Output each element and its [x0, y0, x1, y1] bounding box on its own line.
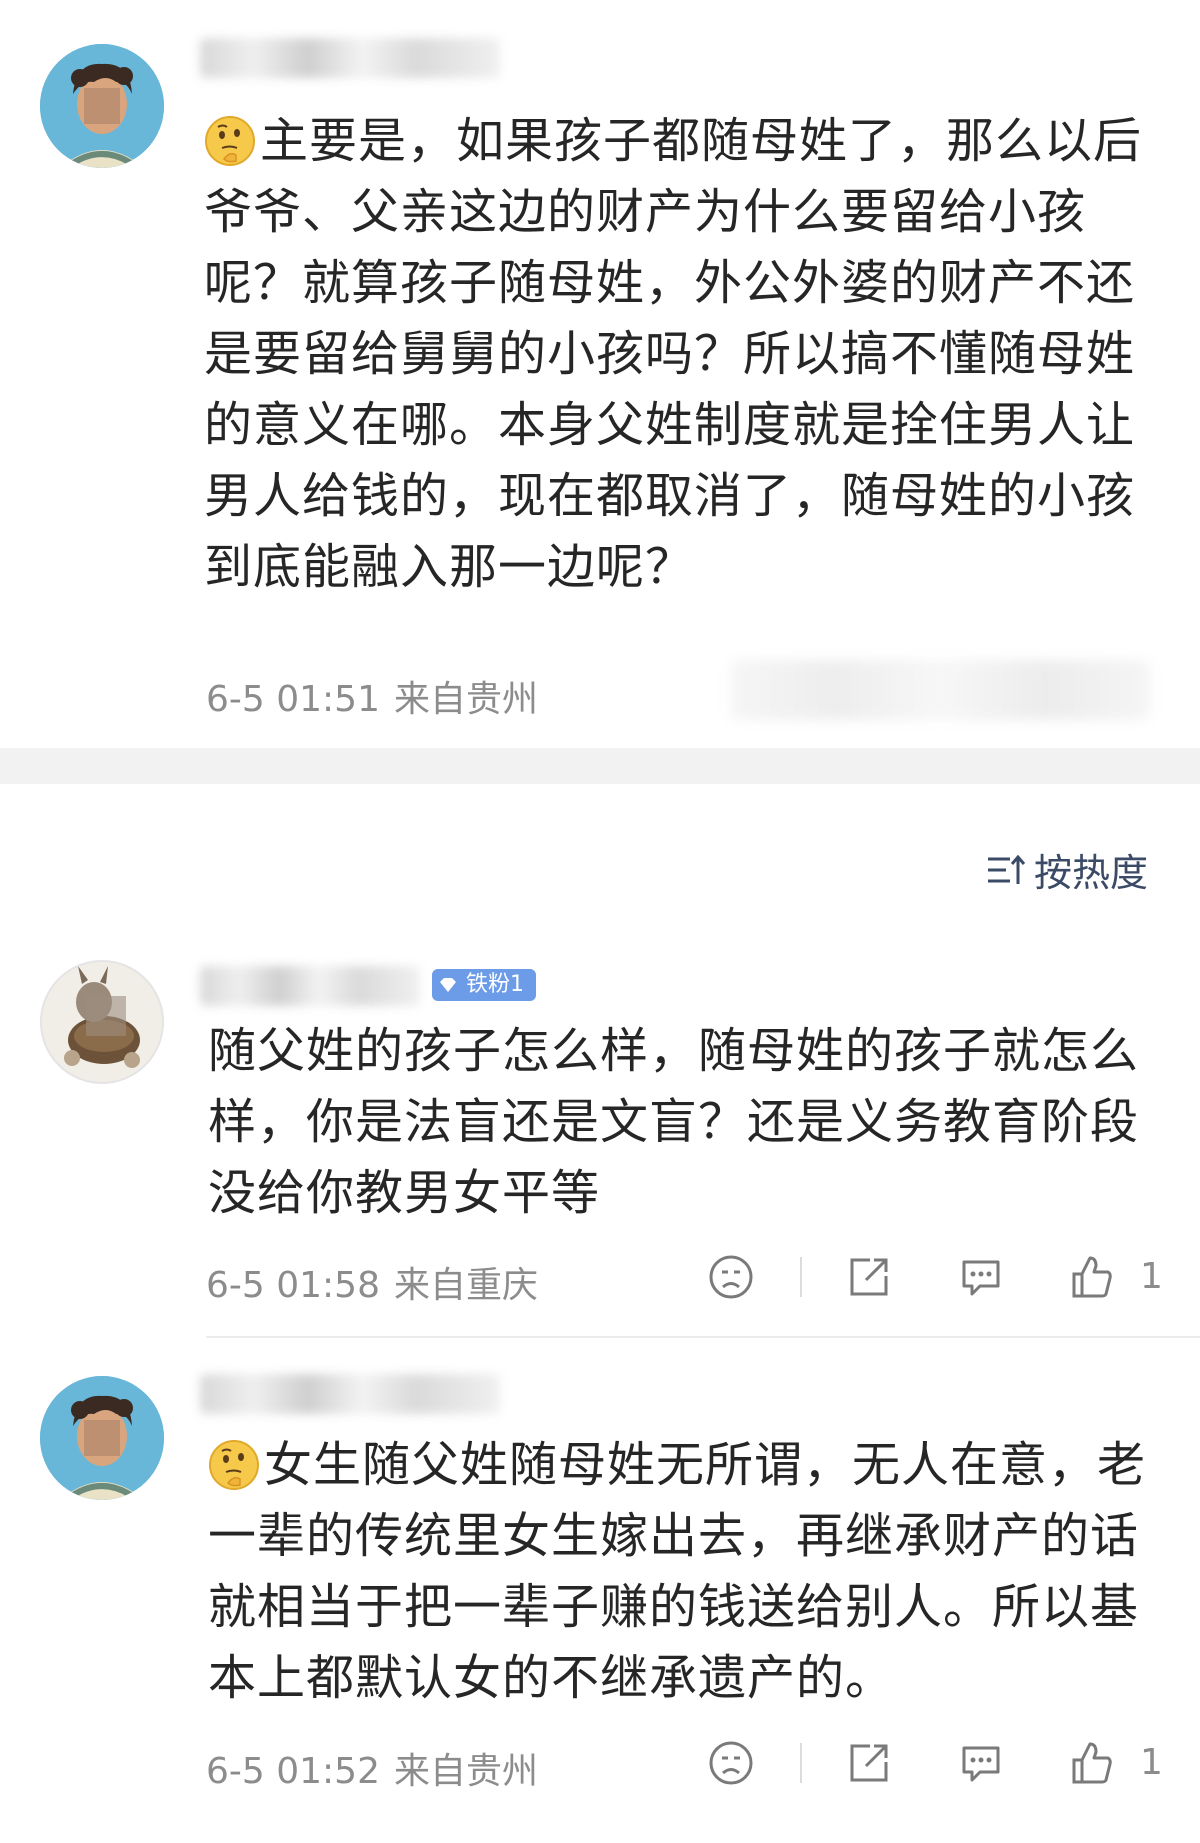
- action-separator: [800, 1743, 802, 1783]
- comment-body: 主要是，如果孩子都随母姓了，那么以后爷爷、父亲这边的财产为什么要留给小孩呢？就算…: [204, 113, 1143, 595]
- comment-bubble-icon[interactable]: [958, 1254, 1004, 1300]
- comment-meta: 6-5 01:51 来自贵州: [206, 670, 538, 722]
- avatar[interactable]: [40, 44, 164, 168]
- comment-meta: 6-5 01:52 来自贵州: [206, 1742, 538, 1794]
- action-separator: [800, 1257, 802, 1297]
- comment-body: 随父姓的孩子怎么样，随母姓的孩子就怎么样，你是法盲还是文盲？还是义务教育阶段没给…: [208, 1023, 1140, 1221]
- sort-label: 按热度: [1034, 851, 1149, 895]
- like-count: 1: [1140, 1256, 1163, 1297]
- fan-badge: 铁粉1: [432, 969, 536, 1001]
- timestamp: 6-5 01:58: [206, 1265, 380, 1306]
- comment-text: 随父姓的孩子怎么样，随母姓的孩子就怎么样，你是法盲还是文盲？还是义务教育阶段没给…: [208, 1016, 1168, 1229]
- share-icon[interactable]: [846, 1254, 892, 1300]
- thumbs-up-icon[interactable]: [1068, 1740, 1114, 1786]
- username-blurred[interactable]: [200, 38, 500, 78]
- sad-face-icon[interactable]: [708, 1254, 754, 1300]
- comment-text: 主要是，如果孩子都随母姓了，那么以后爷爷、父亲这边的财产为什么要留给小孩呢？就算…: [204, 106, 1164, 603]
- username-blurred[interactable]: [200, 966, 420, 1006]
- avatar[interactable]: [40, 1376, 164, 1500]
- avatar[interactable]: [40, 960, 164, 1084]
- comment-body: 女生随父姓随母姓无所谓，无人在意，老一辈的传统里女生嫁出去，再继承财产的话就相当…: [208, 1437, 1147, 1706]
- animal-avatar: [42, 962, 162, 1082]
- sort-control[interactable]: 按热度: [986, 842, 1148, 897]
- share-icon[interactable]: [846, 1740, 892, 1786]
- timestamp: 6-5 01:52: [206, 1751, 380, 1792]
- thinking-face-icon: [205, 116, 255, 166]
- location: 来自重庆: [394, 1265, 539, 1306]
- diamond-icon: [440, 978, 456, 992]
- thumbs-up-icon[interactable]: [1068, 1254, 1114, 1300]
- like-count: 1: [1140, 1742, 1163, 1783]
- sort-lines-icon: [988, 854, 1026, 884]
- cartoon-boy-avatar: [40, 44, 164, 168]
- cartoon-boy-avatar: [40, 1376, 164, 1500]
- sad-face-icon[interactable]: [708, 1740, 754, 1786]
- reply-separator: [206, 1336, 1200, 1338]
- location: 来自贵州: [394, 1751, 539, 1792]
- username-blurred[interactable]: [200, 1374, 500, 1414]
- timestamp: 6-5 01:51: [206, 679, 380, 720]
- location: 来自贵州: [394, 679, 539, 720]
- thinking-face-icon: [209, 1440, 259, 1490]
- section-divider: [0, 748, 1200, 784]
- comment-text: 女生随父姓随母姓无所谓，无人在意，老一辈的传统里女生嫁出去，再继承财产的话就相当…: [208, 1430, 1168, 1714]
- action-bar-blurred: [730, 660, 1150, 720]
- comment-bubble-icon[interactable]: [958, 1740, 1004, 1786]
- comment-meta: 6-5 01:58 来自重庆: [206, 1256, 538, 1308]
- badge-label: 铁粉1: [466, 972, 524, 997]
